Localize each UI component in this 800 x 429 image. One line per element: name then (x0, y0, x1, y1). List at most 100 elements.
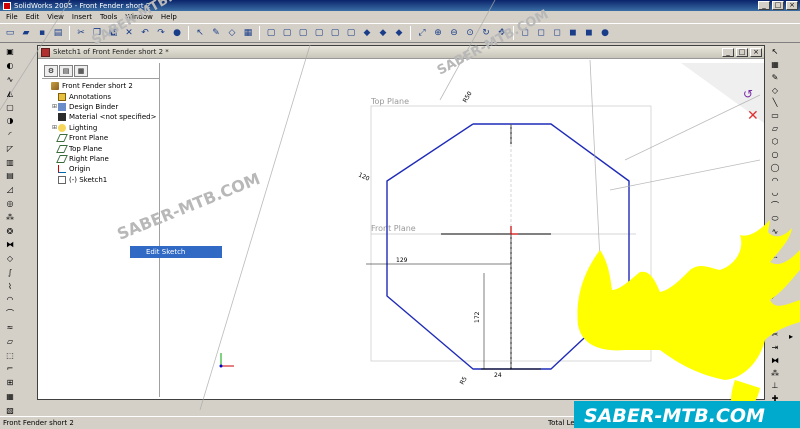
centerline-icon[interactable]: ┄ (769, 252, 781, 263)
circle-icon[interactable]: ○ (769, 149, 781, 160)
view-isometric-icon[interactable]: ◆ (360, 26, 374, 40)
line-icon[interactable]: ╲ (769, 97, 781, 108)
sketch-edit-icon[interactable]: ✎ (769, 72, 781, 83)
save-icon[interactable]: ▪ (35, 26, 49, 40)
configuration-manager-tab-icon[interactable]: ▦ (74, 65, 88, 77)
doc-maximize-button[interactable]: □ (736, 47, 748, 57)
select-icon[interactable]: ↖ (769, 46, 781, 57)
tree-item[interactable]: ⊞ Lighting (44, 123, 159, 133)
maximize-button[interactable]: □ (772, 1, 784, 10)
perimeter-circle-icon[interactable]: ◯ (769, 162, 781, 173)
sketch-icon[interactable]: ✎ (209, 26, 223, 40)
sketch-canvas[interactable]: Top Plane Front Plane 129 172 R50 120 24… (161, 63, 764, 399)
pattern-icon[interactable]: ⁂ (769, 368, 781, 379)
dimension-icon[interactable]: ◇ (769, 85, 781, 96)
chamfer-icon[interactable]: ◸ (4, 142, 16, 154)
menu-file[interactable]: File (2, 13, 22, 21)
shaded-with-edges-icon[interactable]: ◼ (566, 26, 580, 40)
offset-icon[interactable]: ⧉ (769, 303, 781, 314)
view-bottom-icon[interactable]: ▢ (344, 26, 358, 40)
draft-icon[interactable]: ◿ (4, 184, 16, 196)
tree-item[interactable]: Front Plane (44, 133, 159, 143)
cut-icon[interactable]: ✂ (74, 26, 88, 40)
graphics-area[interactable]: Top Plane Front Plane 129 172 R50 120 24… (161, 63, 764, 399)
property-manager-tab-icon[interactable]: ▤ (59, 65, 73, 77)
hidden-lines-removed-icon[interactable]: ◻ (550, 26, 564, 40)
relations-icon[interactable]: ⊥ (769, 380, 781, 391)
menu-view[interactable]: View (43, 13, 68, 21)
dimension-r5[interactable]: R5 (459, 375, 469, 386)
redo-icon[interactable]: ↷ (154, 26, 168, 40)
polygon-icon[interactable]: ⬡ (769, 136, 781, 147)
toolbar-arrow-icon[interactable]: ▸ (785, 302, 797, 314)
doc-close-button[interactable]: × (750, 47, 762, 57)
copy-icon[interactable]: ❐ (90, 26, 104, 40)
exit-sketch-icon[interactable]: ↺ (743, 87, 753, 101)
grid-snap-icon[interactable]: ▦ (769, 59, 781, 70)
fillet-icon[interactable]: ◜ (4, 129, 16, 141)
circular-pattern-icon[interactable]: ❂ (4, 225, 16, 237)
sheet-metal-icon[interactable]: ⌐ (4, 363, 16, 375)
smart-dimension-icon[interactable]: ◇ (225, 26, 239, 40)
toolbar-arrow-icon[interactable]: ▸ (785, 316, 797, 328)
print-icon[interactable]: ▤ (51, 26, 65, 40)
extend-icon[interactable]: ⇥ (769, 342, 781, 353)
ellipse-icon[interactable]: ⬭ (769, 213, 781, 224)
expand-toggle-icon[interactable]: ⊞ (51, 124, 58, 131)
view-right-icon[interactable]: ▢ (312, 26, 326, 40)
view-back-icon[interactable]: ▢ (280, 26, 294, 40)
tree-item[interactable]: Origin (44, 164, 159, 174)
convert-entities-icon[interactable]: ⇄ (769, 316, 781, 327)
library-icon[interactable]: ▧ (4, 404, 16, 416)
parallelogram-icon[interactable]: ▱ (769, 123, 781, 134)
weldment-icon[interactable]: ⊞ (4, 377, 16, 389)
text-icon[interactable]: A (769, 265, 781, 276)
menu-window[interactable]: Window (121, 13, 157, 21)
rib-icon[interactable]: ▥ (4, 156, 16, 168)
tree-item[interactable]: Right Plane (44, 154, 159, 164)
tree-root[interactable]: Front Fender short 2 (44, 81, 159, 91)
flex-icon[interactable]: ⌒ (4, 308, 16, 320)
hidden-lines-visible-icon[interactable]: ◻ (534, 26, 548, 40)
view-dimetric-icon[interactable]: ◆ (392, 26, 406, 40)
curves-icon[interactable]: ∫ (4, 267, 16, 279)
dimension-120[interactable]: 120 (357, 171, 371, 182)
shell-icon[interactable]: ▤ (4, 170, 16, 182)
view-left-icon[interactable]: ▢ (296, 26, 310, 40)
pan-icon[interactable]: ✥ (495, 26, 509, 40)
menu-help[interactable]: Help (157, 13, 181, 21)
tree-item[interactable]: ⊞ Design Binder (44, 102, 159, 112)
cancel-sketch-icon[interactable]: ✕ (747, 108, 759, 124)
shadows-icon[interactable]: ● (598, 26, 612, 40)
view-top-icon[interactable]: ▢ (328, 26, 342, 40)
menu-edit[interactable]: Edit (22, 13, 44, 21)
surface-icon[interactable]: ▱ (4, 335, 16, 347)
wireframe-icon[interactable]: ◻ (518, 26, 532, 40)
chamfer-icon[interactable]: ◸ (769, 290, 781, 301)
tree-item[interactable]: Material <not specified> (44, 112, 159, 122)
undo-icon[interactable]: ↶ (138, 26, 152, 40)
repair-icon[interactable]: ✚ (769, 393, 781, 404)
mold-icon[interactable]: ▦ (4, 391, 16, 403)
rotate-icon[interactable]: ↻ (479, 26, 493, 40)
select-icon[interactable]: ↖ (193, 26, 207, 40)
point-icon[interactable]: • (769, 239, 781, 250)
revolved-boss-icon[interactable]: ◐ (4, 60, 16, 72)
zoom-in-out-icon[interactable]: ⊖ (447, 26, 461, 40)
tree-item[interactable]: Top Plane (44, 143, 159, 153)
menu-tools[interactable]: Tools (96, 13, 121, 21)
zoom-selection-icon[interactable]: ⊙ (463, 26, 477, 40)
minimize-button[interactable]: _ (758, 1, 770, 10)
toolbar-arrow-icon[interactable]: ▸ (785, 330, 797, 342)
feature-tree-tab-icon[interactable]: ⚙ (44, 65, 58, 77)
lofted-boss-icon[interactable]: ◭ (4, 87, 16, 99)
dimension-r50[interactable]: R50 (462, 90, 474, 104)
trim-icon[interactable]: ✂ (769, 329, 781, 340)
sketch-origin-icon[interactable] (510, 226, 518, 235)
deform-icon[interactable]: ≈ (4, 322, 16, 334)
tangent-arc-icon[interactable]: ◡ (769, 187, 781, 198)
spline-icon[interactable]: ∿ (769, 226, 781, 237)
dimension-129[interactable]: 129 (396, 257, 408, 264)
fillet-icon[interactable]: ◜ (769, 278, 781, 289)
view-front-icon[interactable]: ▢ (264, 26, 278, 40)
